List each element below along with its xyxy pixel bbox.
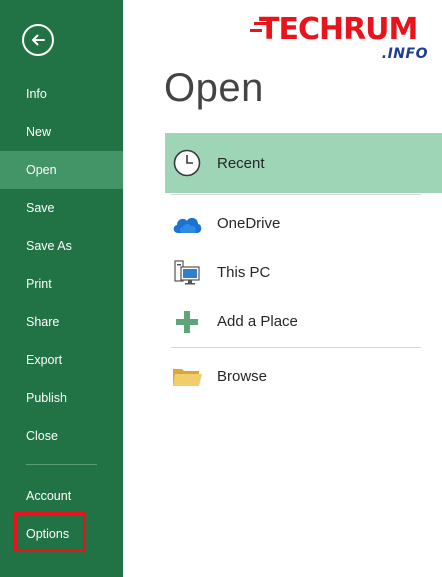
nav-open-label: Open <box>26 163 57 177</box>
cloud-icon <box>165 213 209 235</box>
nav-print[interactable]: Print <box>0 265 123 303</box>
sidebar-divider <box>26 464 97 465</box>
nav-account-label: Account <box>26 489 72 503</box>
clock-icon <box>165 148 209 178</box>
nav-share[interactable]: Share <box>0 303 123 341</box>
nav-info-label: Info <box>26 87 47 101</box>
recent-separator <box>171 194 421 195</box>
location-this-pc-label: This PC <box>217 264 271 281</box>
options-highlight-box <box>14 512 86 552</box>
nav-share-label: Share <box>26 315 60 329</box>
back-arrow-icon <box>32 34 45 46</box>
location-recent[interactable]: Recent <box>165 133 442 193</box>
logo-main-text: TECHRUM <box>259 12 418 47</box>
open-pane: Open Recent OneDrive This PC Add a Place… <box>123 0 442 577</box>
add-place-separator <box>171 347 421 348</box>
nav-export[interactable]: Export <box>0 341 123 379</box>
location-onedrive-label: OneDrive <box>217 215 281 232</box>
nav-save[interactable]: Save <box>0 189 123 227</box>
nav-new-label: New <box>26 125 52 139</box>
nav-save-as-label: Save As <box>26 239 72 253</box>
nav-publish[interactable]: Publish <box>0 379 123 417</box>
location-add-place[interactable]: Add a Place <box>165 297 442 346</box>
nav-open[interactable]: Open <box>0 151 123 189</box>
nav-info[interactable]: Info <box>0 75 123 113</box>
computer-icon <box>165 258 209 288</box>
folder-icon <box>165 365 209 389</box>
page-title: Open <box>164 66 264 110</box>
nav-print-label: Print <box>26 277 52 291</box>
nav-account[interactable]: Account <box>0 477 123 515</box>
plus-icon <box>165 309 209 335</box>
back-button[interactable] <box>22 24 54 56</box>
nav-save-label: Save <box>26 201 55 215</box>
location-add-place-label: Add a Place <box>217 313 298 330</box>
nav-save-as[interactable]: Save As <box>0 227 123 265</box>
nav-export-label: Export <box>26 353 63 367</box>
location-this-pc[interactable]: This PC <box>165 248 442 297</box>
techrum-watermark: TECHRUM .INFO <box>250 12 428 66</box>
nav-publish-label: Publish <box>26 391 67 405</box>
location-browse-label: Browse <box>217 368 268 385</box>
backstage-sidebar: Info New Open Save Save As Print Share E… <box>0 0 123 577</box>
nav-new[interactable]: New <box>0 113 123 151</box>
location-onedrive[interactable]: OneDrive <box>165 199 442 248</box>
logo-sub-text: .INFO <box>381 46 428 62</box>
nav-close[interactable]: Close <box>0 417 123 455</box>
location-recent-label: Recent <box>217 154 265 172</box>
location-browse[interactable]: Browse <box>165 352 442 401</box>
nav-close-label: Close <box>26 429 58 443</box>
